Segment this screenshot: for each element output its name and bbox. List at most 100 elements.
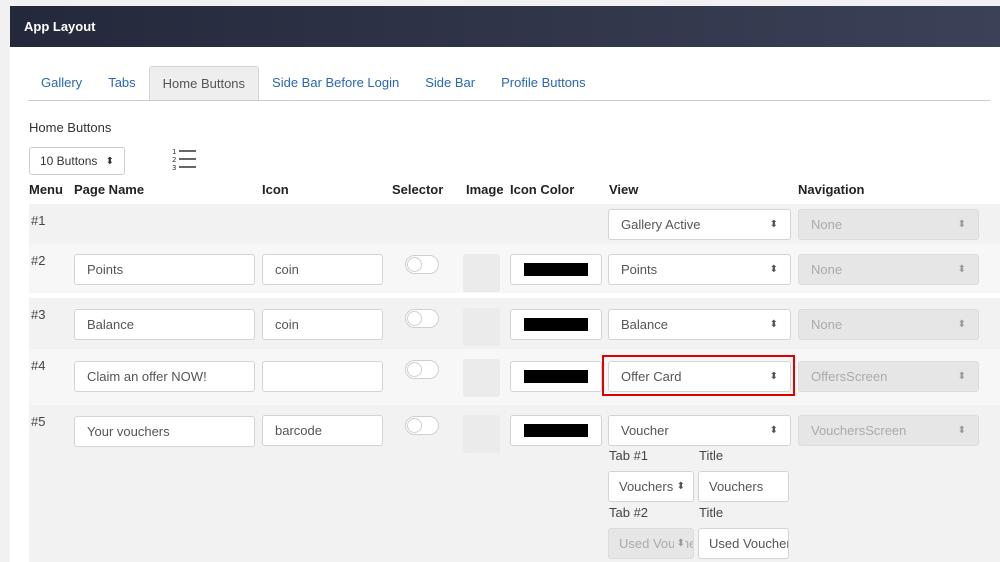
col-icon-color: Icon Color	[510, 182, 575, 197]
svg-text:1: 1	[172, 148, 176, 156]
sub-tab-1-select-value: Vouchers	[619, 479, 674, 494]
page-name-input[interactable]: Your vouchers	[74, 416, 255, 447]
col-image: Image	[466, 182, 504, 197]
sub-tab-1-label: Tab #1	[609, 448, 649, 463]
selector-toggle[interactable]	[405, 255, 439, 274]
view-select-value: Gallery Active	[621, 217, 701, 232]
icon-input[interactable]	[262, 361, 383, 392]
col-menu: Menu	[29, 182, 63, 197]
icon-input[interactable]: coin	[262, 309, 383, 340]
svg-text:2: 2	[172, 156, 176, 164]
icon-input[interactable]: barcode	[262, 415, 383, 446]
col-selector: Selector	[392, 182, 444, 197]
navigation-select-value: VouchersScreen	[811, 423, 907, 438]
col-icon: Icon	[262, 182, 289, 197]
row-number: #3	[31, 307, 46, 322]
tab-side-bar-before-login[interactable]: Side Bar Before Login	[259, 66, 412, 100]
row-number: #1	[31, 213, 46, 228]
select-arrow-icon: ⬍	[769, 319, 778, 330]
view-select-value: Voucher	[621, 423, 669, 438]
color-swatch	[524, 318, 588, 331]
table-row: #4 Claim an offer NOW! Offer Card ⬍ Offe…	[29, 349, 1000, 405]
tab-gallery[interactable]: Gallery	[28, 66, 95, 100]
view-select[interactable]: Gallery Active ⬍	[608, 209, 791, 240]
table-row: #1 Gallery Active ⬍ None ⬍	[29, 204, 1000, 244]
toggle-knob	[407, 418, 422, 433]
select-arrow-icon: ⬍	[957, 264, 966, 275]
svg-text:3: 3	[172, 164, 176, 172]
icon-color-picker[interactable]	[510, 361, 602, 392]
navigation-select[interactable]: None ⬍	[798, 209, 979, 240]
app-layout-card: App Layout Gallery Tabs Home Buttons Sid…	[10, 6, 1000, 562]
image-placeholder[interactable]	[463, 254, 500, 292]
button-count-select[interactable]: 10 Buttons ⬍	[29, 147, 125, 175]
page-name-input[interactable]: Claim an offer NOW!	[74, 361, 255, 392]
select-arrow-icon: ⬍	[957, 371, 966, 382]
navigation-select[interactable]: VouchersScreen ⬍	[798, 415, 979, 446]
select-arrow-icon: ⬍	[673, 472, 685, 501]
sub-tab-2-title-input[interactable]: Used Vouchers	[698, 528, 789, 559]
select-arrow-icon: ⬍	[769, 264, 778, 275]
page-name-input[interactable]: Balance	[74, 309, 255, 340]
sub-tab-2-select[interactable]: Used Vouchers ⬍	[608, 528, 694, 559]
selector-toggle[interactable]	[405, 416, 439, 435]
toggle-knob	[407, 257, 422, 272]
color-swatch	[524, 263, 588, 276]
card-title: App Layout	[24, 19, 96, 34]
navigation-select-value: None	[811, 317, 843, 332]
image-placeholder[interactable]	[463, 308, 500, 346]
view-select[interactable]: Voucher ⬍	[608, 415, 791, 446]
table-row: #2 Points coin Points ⬍ None ⬍	[29, 244, 1000, 293]
col-view: View	[609, 182, 639, 197]
tab-profile-buttons[interactable]: Profile Buttons	[488, 66, 599, 100]
toggle-knob	[407, 311, 422, 326]
select-arrow-icon: ⬍	[673, 529, 685, 558]
select-arrow-icon: ⬍	[957, 219, 966, 230]
image-placeholder[interactable]	[463, 415, 500, 453]
table-row: #3 Balance coin Balance ⬍ None ⬍	[29, 298, 1000, 349]
image-placeholder[interactable]	[463, 359, 500, 397]
tab-tabs[interactable]: Tabs	[95, 66, 148, 100]
sub-tab-2-label: Tab #2	[609, 505, 649, 520]
row-number: #5	[31, 414, 46, 429]
sub-tab-1-select[interactable]: Vouchers ⬍	[608, 471, 694, 502]
tab-bar: Gallery Tabs Home Buttons Side Bar Befor…	[28, 66, 990, 101]
view-select[interactable]: Balance ⬍	[608, 309, 791, 340]
navigation-select[interactable]: None ⬍	[798, 254, 979, 285]
card-header: App Layout	[10, 6, 1000, 47]
icon-color-picker[interactable]	[510, 309, 602, 340]
ordered-list-icon[interactable]: 1 2 3	[171, 146, 197, 172]
selector-toggle[interactable]	[405, 360, 439, 379]
section-label: Home Buttons	[29, 120, 112, 135]
highlight-box	[602, 355, 795, 396]
icon-color-picker[interactable]	[510, 254, 602, 285]
navigation-select-value: None	[811, 262, 843, 277]
toggle-knob	[407, 362, 422, 377]
row-number: #4	[31, 358, 46, 373]
select-arrow-icon: ⬍	[105, 155, 114, 167]
table-row: #5 Your vouchers barcode Voucher ⬍ Vouch…	[29, 405, 1000, 562]
select-arrow-icon: ⬍	[957, 319, 966, 330]
icon-input[interactable]: coin	[262, 254, 383, 285]
selector-toggle[interactable]	[405, 309, 439, 328]
col-navigation: Navigation	[798, 182, 865, 197]
navigation-select[interactable]: None ⬍	[798, 309, 979, 340]
select-arrow-icon: ⬍	[957, 425, 966, 436]
view-select-value: Points	[621, 262, 658, 277]
tab-side-bar[interactable]: Side Bar	[412, 66, 488, 100]
page-name-input[interactable]: Points	[74, 254, 255, 285]
sub-tab-2-title-label: Title	[699, 505, 724, 520]
icon-color-picker[interactable]	[510, 415, 602, 446]
button-count-value: 10 Buttons	[40, 154, 98, 168]
view-select-value: Balance	[621, 317, 668, 332]
row-number: #2	[31, 253, 46, 268]
view-select[interactable]: Points ⬍	[608, 254, 791, 285]
navigation-select[interactable]: OffersScreen ⬍	[798, 361, 979, 392]
sub-tab-1-title-input[interactable]: Vouchers	[698, 471, 789, 502]
navigation-select-value: OffersScreen	[811, 369, 888, 384]
col-page-name: Page Name	[74, 182, 145, 197]
select-arrow-icon: ⬍	[769, 425, 778, 436]
sub-tab-1-title-label: Title	[699, 448, 724, 463]
navigation-select-value: None	[811, 217, 843, 232]
tab-home-buttons[interactable]: Home Buttons	[148, 66, 260, 100]
